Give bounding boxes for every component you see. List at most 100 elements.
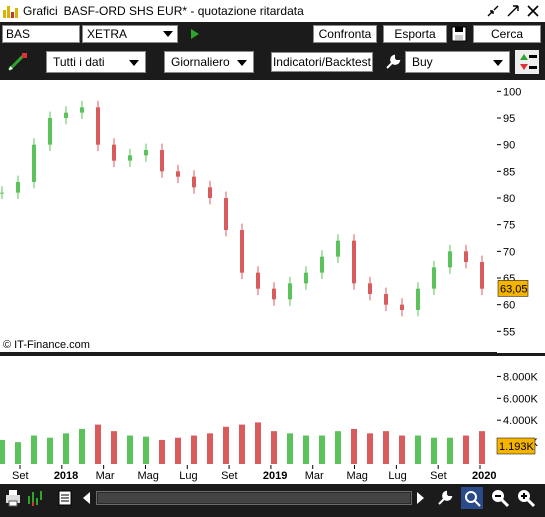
candle-body <box>352 240 356 284</box>
chart-toolbar: Tutti i dati Giornaliero Indicatori/Back… <box>0 47 545 77</box>
volume-bar <box>159 439 165 464</box>
exchange-select-value: XETRA <box>87 27 128 41</box>
last-price-label: 63,05 <box>500 283 528 295</box>
y-tick-label: 70 <box>503 246 515 258</box>
symbol-toolbar: BAS XETRA Confronta Esporta Cerca <box>0 23 545 45</box>
export-button[interactable]: Esporta <box>383 25 447 43</box>
candle-body <box>144 150 148 156</box>
interval-select-value: Giornaliero <box>171 55 230 69</box>
candle-body <box>288 283 292 300</box>
chevron-down-icon <box>163 31 173 37</box>
candle-body <box>128 155 132 161</box>
x-tick-label: Mag <box>137 470 158 482</box>
volume-bar <box>95 424 101 464</box>
y-tick-label: 8.000K <box>503 371 539 383</box>
symbol-input[interactable]: BAS <box>2 25 80 43</box>
x-tick-label: Mar <box>96 470 115 482</box>
window-app-name: Grafici <box>23 4 58 18</box>
volume-bar <box>479 431 485 464</box>
volume-bar <box>15 442 21 464</box>
scroll-left-icon[interactable] <box>83 492 91 504</box>
x-tick-label: Set <box>12 470 29 482</box>
candle-body <box>432 267 436 289</box>
order-select-value: Buy <box>412 55 433 69</box>
x-tick-label: Set <box>221 470 238 482</box>
y-tick-label: 60 <box>503 300 515 312</box>
candle-body <box>272 288 276 300</box>
volume-bar <box>0 439 5 464</box>
y-tick-label: 100 <box>503 86 521 98</box>
scrollbar-thumb[interactable] <box>98 493 410 503</box>
zoom-crosshair-icon[interactable] <box>461 487 483 509</box>
volume-bar <box>399 435 405 464</box>
candle-body <box>320 256 324 273</box>
close-icon[interactable] <box>525 3 541 19</box>
candle-body <box>384 294 388 305</box>
zoom-in-icon[interactable] <box>516 488 536 508</box>
y-tick-label: 85 <box>503 166 515 178</box>
indicators-backtest-button[interactable]: Indicatori/Backtest <box>271 52 373 72</box>
chevron-down-icon <box>237 60 247 66</box>
scroll-right-icon[interactable] <box>417 492 425 504</box>
candle-body <box>64 112 68 118</box>
save-icon[interactable] <box>451 26 467 42</box>
x-tick-label: Mar <box>305 470 324 482</box>
chevron-down-icon <box>129 60 139 66</box>
wrench-icon[interactable] <box>436 489 454 507</box>
candle-body <box>368 283 372 294</box>
candle-body <box>400 304 404 310</box>
candle-body <box>336 240 340 257</box>
compare-button[interactable]: Confronta <box>313 25 377 43</box>
candle-body <box>160 150 164 172</box>
exchange-select[interactable]: XETRA <box>82 25 178 43</box>
search-button[interactable]: Cerca <box>473 25 541 43</box>
x-tick-label: 2019 <box>263 470 287 482</box>
period-select[interactable]: Tutti i dati <box>46 51 146 73</box>
volume-bar <box>255 422 261 464</box>
candle-body <box>96 107 100 145</box>
volume-bar <box>431 437 437 464</box>
x-tick-label: Lug <box>179 470 197 482</box>
x-tick-label: Lug <box>388 470 406 482</box>
volume-chart[interactable]: 8.000K6.000K4.000K2.000K Set2018MarMagLu… <box>0 356 545 484</box>
interval-select[interactable]: Giornaliero <box>164 51 254 73</box>
order-select[interactable]: Buy <box>405 51 510 73</box>
candle-body <box>224 198 228 230</box>
candle-body <box>176 171 180 177</box>
y-tick-label: 80 <box>503 193 515 205</box>
volume-bar <box>319 435 325 464</box>
expand-window-icon[interactable] <box>505 3 521 19</box>
y-tick-label: 6.000K <box>503 393 539 405</box>
volume-bar <box>335 431 341 464</box>
y-tick-label: 55 <box>503 326 515 338</box>
candle-body <box>416 288 420 310</box>
volume-bar <box>447 437 453 464</box>
candle-body <box>0 192 4 194</box>
price-chart[interactable]: 100 95 90 85 80 75 70 65 60 55 © IT-Finance.com 6… <box>0 80 545 353</box>
print-icon[interactable] <box>4 489 22 507</box>
candle-body <box>464 251 468 262</box>
zoom-out-icon[interactable] <box>490 488 510 508</box>
candle-body <box>32 144 36 182</box>
chart-type-icon[interactable] <box>26 488 46 508</box>
candle-body <box>240 230 244 273</box>
chart-scrollbar[interactable] <box>96 491 412 505</box>
layers-icon[interactable] <box>56 489 74 507</box>
volume-bar <box>415 435 421 464</box>
candle-body <box>480 262 484 289</box>
candle-body <box>304 272 308 284</box>
bottom-toolbar <box>0 484 545 512</box>
shrink-window-icon[interactable] <box>485 3 501 19</box>
play-icon[interactable] <box>190 28 200 40</box>
volume-bar <box>383 431 389 464</box>
volume-bar <box>351 428 357 464</box>
candle-body <box>80 107 84 113</box>
drawing-tools-icon[interactable] <box>6 51 30 73</box>
volume-bar <box>143 436 149 464</box>
period-select-value: Tutti i dati <box>53 55 105 69</box>
buy-sell-icon[interactable] <box>515 50 539 74</box>
app-chart-icon <box>3 4 19 18</box>
chevron-down-icon <box>493 60 503 66</box>
x-tick-label: Mag <box>347 470 368 482</box>
wrench-icon[interactable] <box>384 53 402 71</box>
